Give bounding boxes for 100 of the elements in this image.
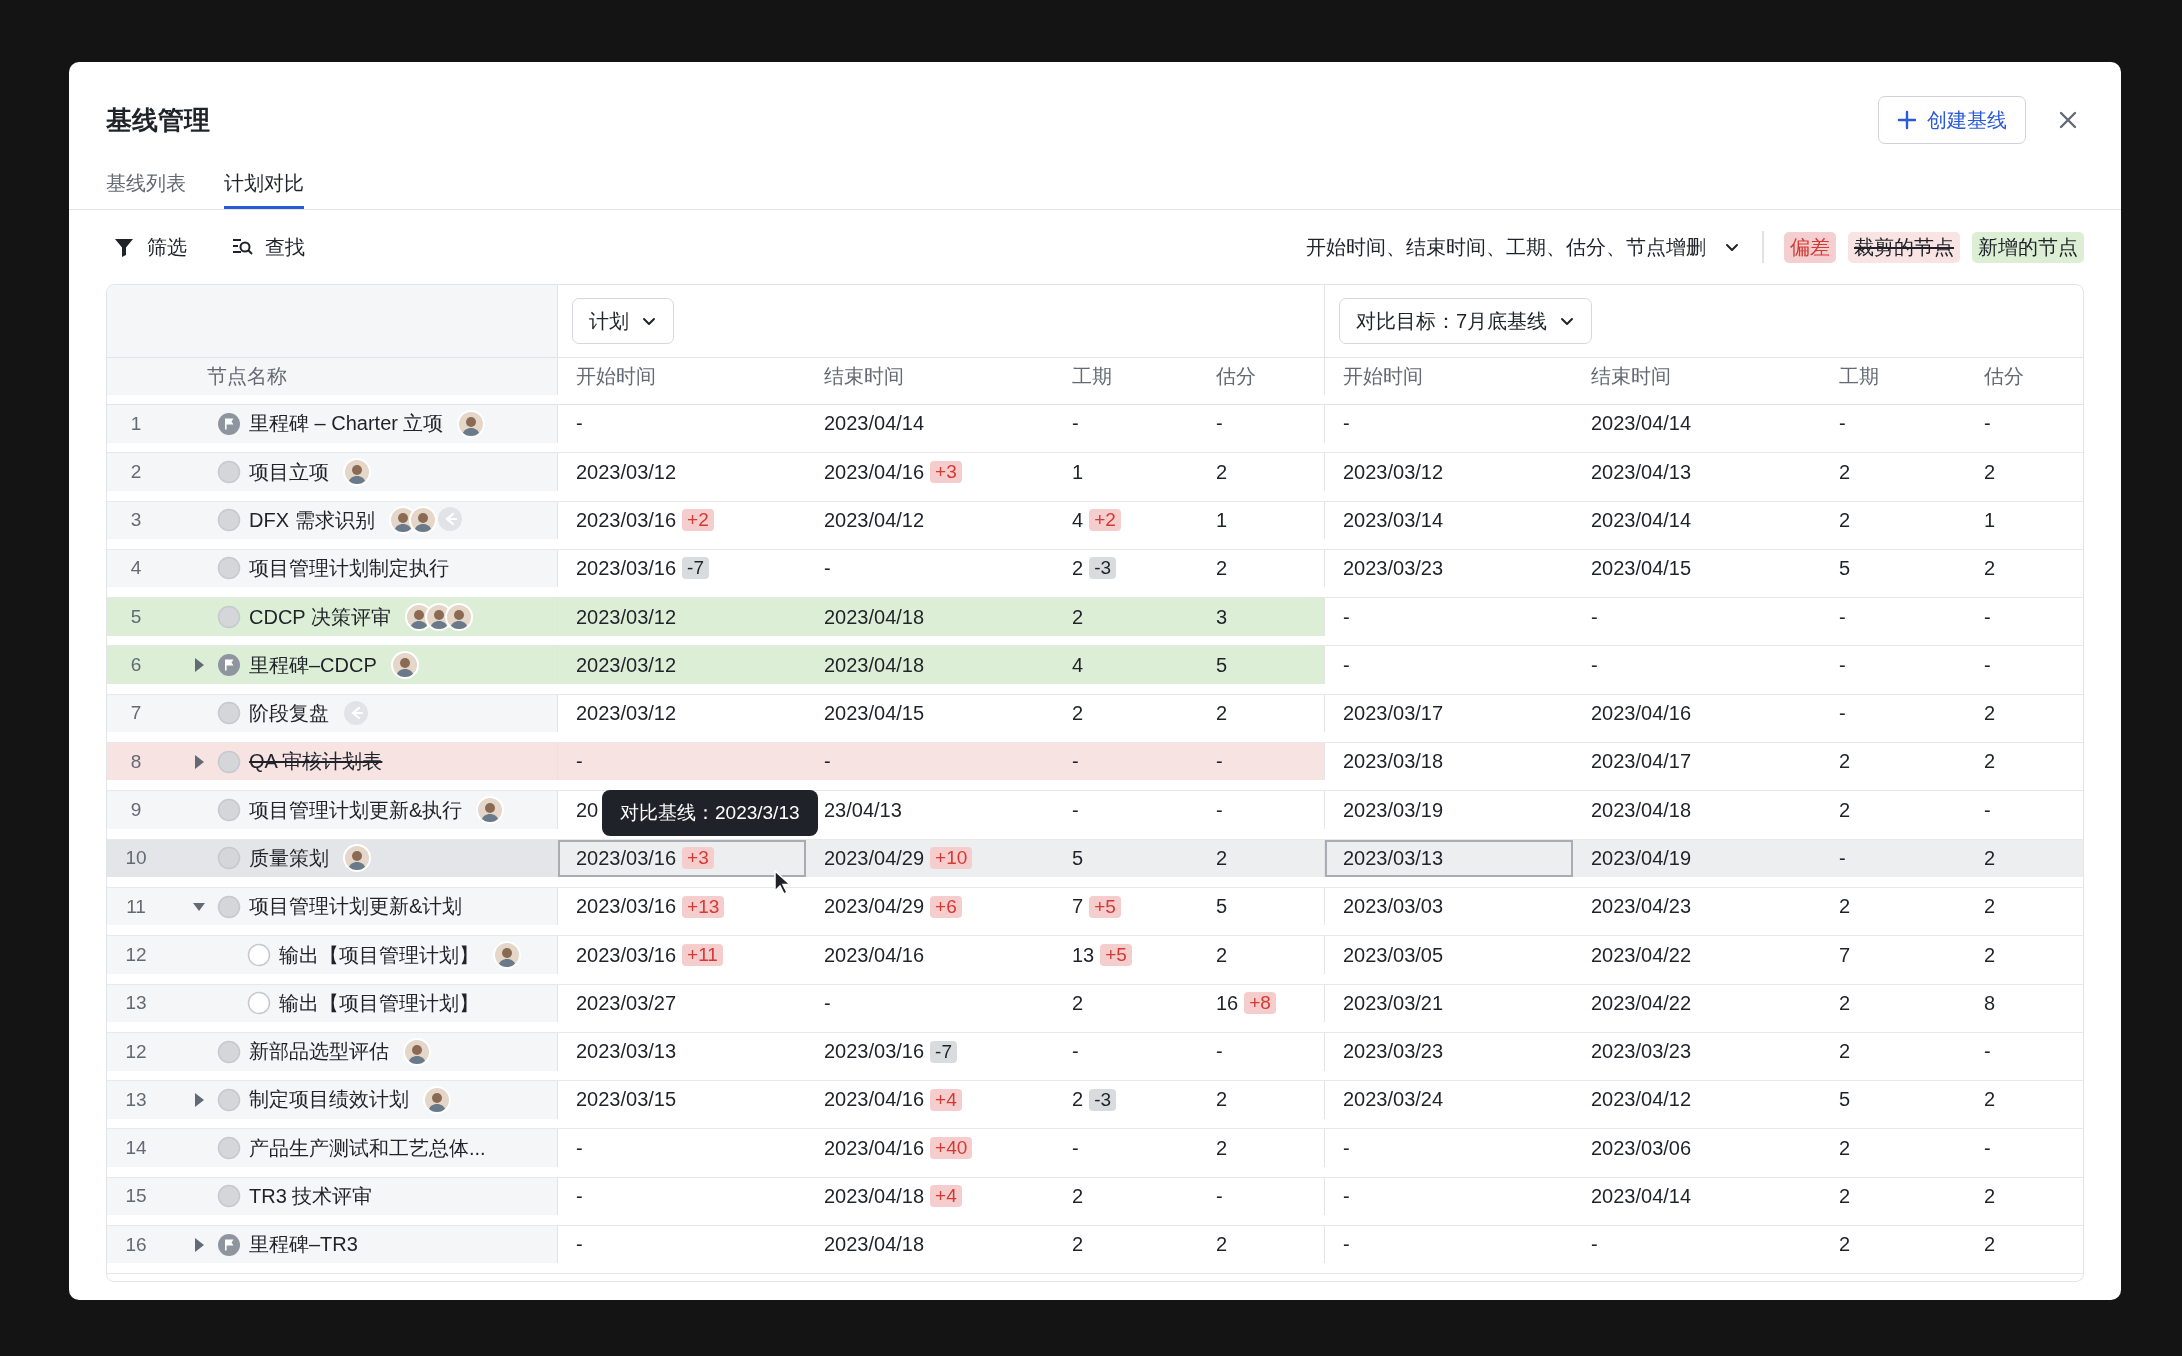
delta-badge: -7 bbox=[682, 557, 709, 580]
delta-badge: +5 bbox=[1100, 944, 1132, 967]
cell-text: 2 bbox=[1072, 556, 1084, 580]
create-baseline-button[interactable]: 创建基线 bbox=[1878, 96, 2026, 144]
cell-text: - bbox=[1984, 1136, 1991, 1160]
cell-text: 2 bbox=[1839, 460, 1851, 484]
row-number: 8 bbox=[129, 750, 143, 773]
cell-text: - bbox=[1072, 412, 1079, 436]
cell-text: - bbox=[1839, 847, 1846, 870]
node-name: 阶段复盘 bbox=[249, 700, 329, 726]
avatar bbox=[390, 651, 419, 680]
cell-text: 2 bbox=[1839, 798, 1851, 822]
node-name: 输出【项目管理计划】 bbox=[279, 942, 479, 968]
avatar bbox=[423, 1085, 451, 1114]
cell-text: 2023/03/12 bbox=[576, 605, 677, 629]
delta-badge: -3 bbox=[1089, 1088, 1117, 1111]
row-number: 3 bbox=[129, 509, 143, 532]
cell-text: 2 bbox=[1216, 556, 1228, 580]
cell-text: 2023/03/24 bbox=[1343, 1088, 1444, 1112]
cell-text: 2023/04/17 bbox=[1591, 750, 1692, 774]
cell-text: 2023/03/21 bbox=[1343, 991, 1444, 1015]
cell-text: 2023/04/22 bbox=[1591, 991, 1692, 1015]
cell-text: 2 bbox=[1072, 1088, 1084, 1112]
node-name: 质量策划 bbox=[249, 846, 329, 871]
cell-text: - bbox=[824, 991, 831, 1015]
cell-text: 2 bbox=[1984, 1184, 1996, 1208]
delta-badge: +10 bbox=[930, 847, 973, 870]
cell-text: 2023/03/05 bbox=[1343, 943, 1444, 967]
status-circle-icon bbox=[217, 605, 241, 629]
empty-circle-icon bbox=[247, 991, 271, 1016]
cell-text: 13 bbox=[1072, 943, 1095, 967]
status-circle-icon bbox=[217, 798, 241, 823]
delta-badge: +8 bbox=[1244, 992, 1276, 1015]
legend-tag: 裁剪的节点 bbox=[1848, 231, 1960, 263]
find-button[interactable]: 查找 bbox=[231, 229, 305, 265]
cell-text: 2023/04/18 bbox=[824, 1233, 925, 1257]
cell-text: - bbox=[1343, 1233, 1350, 1257]
cell-text: 2 bbox=[1839, 895, 1851, 919]
cell-text: 5 bbox=[1072, 847, 1084, 870]
cell-text: 2023/03/13 bbox=[1343, 847, 1444, 870]
tab[interactable]: 计划对比 bbox=[224, 160, 304, 209]
cell-text: 2 bbox=[1984, 750, 1996, 774]
cell-text: 2 bbox=[1984, 460, 1996, 484]
avatar bbox=[493, 941, 521, 970]
node-name: 里程碑 – Charter 立项 bbox=[249, 411, 444, 437]
filter-button[interactable]: 筛选 bbox=[113, 229, 187, 265]
cell-text: 2023/03/23 bbox=[1591, 1040, 1692, 1064]
delta-badge: +11 bbox=[682, 944, 723, 967]
delta-badge: -3 bbox=[1089, 557, 1117, 580]
caret-icon[interactable] bbox=[193, 1237, 205, 1252]
cell-text: 7 bbox=[1072, 895, 1084, 919]
plan-dropdown[interactable]: 计划 bbox=[572, 298, 674, 344]
row-number: 11 bbox=[125, 895, 147, 918]
caret-icon[interactable] bbox=[193, 658, 205, 673]
status-circle-icon bbox=[217, 894, 241, 919]
caret-icon[interactable] bbox=[193, 754, 205, 769]
cell-text: - bbox=[1343, 1136, 1350, 1160]
cell-text: - bbox=[1984, 412, 1991, 436]
cell-text: 2 bbox=[1839, 508, 1851, 532]
cell-text: 2 bbox=[1984, 701, 1996, 725]
filter-icon bbox=[113, 236, 135, 258]
cell-text: 2023/03/12 bbox=[576, 701, 677, 725]
cell-text: 2023/03/06 bbox=[1591, 1136, 1692, 1160]
legend-tag: 偏差 bbox=[1784, 231, 1836, 263]
compare-target-dropdown[interactable]: 对比目标：7月底基线 bbox=[1339, 298, 1593, 344]
cell-text: 2023/03/03 bbox=[1343, 895, 1444, 919]
cell-text: 2023/03/12 bbox=[576, 653, 677, 677]
avatar bbox=[476, 796, 505, 825]
cell-text: 2 bbox=[1984, 1233, 1996, 1257]
caret-icon[interactable] bbox=[193, 1092, 205, 1107]
cell-text: 2023/04/18 bbox=[1591, 798, 1692, 822]
status-circle-icon bbox=[217, 460, 241, 485]
cell-text: - bbox=[1072, 798, 1079, 822]
cell-text: 2023/03/19 bbox=[1343, 798, 1444, 822]
row-number: 12 bbox=[124, 944, 148, 967]
cell-text: - bbox=[1343, 1184, 1350, 1208]
status-circle-icon bbox=[217, 1184, 241, 1209]
cell-text: 2023/03/16 bbox=[576, 943, 677, 967]
cell-text: - bbox=[1984, 653, 1991, 677]
node-name: 项目管理计划更新&执行 bbox=[249, 797, 463, 823]
tab[interactable]: 基线列表 bbox=[106, 160, 186, 209]
cell-text: - bbox=[1591, 605, 1598, 629]
cell-text: 2023/04/29 bbox=[824, 895, 925, 919]
dialog-title: 基线管理 bbox=[106, 103, 210, 137]
row-number: 16 bbox=[124, 1233, 148, 1256]
delta-badge: +3 bbox=[682, 847, 714, 870]
node-name: DFX 需求识别 bbox=[249, 507, 375, 533]
cell-text: - bbox=[1984, 605, 1991, 629]
cell-text: 2023/04/18 bbox=[824, 605, 925, 629]
cell-text: 2023/04/16 bbox=[824, 943, 925, 967]
cell-text: 2023/04/12 bbox=[824, 508, 925, 532]
cell-text: 2023/03/16 bbox=[576, 847, 677, 870]
node-name: 项目管理计划更新&计划 bbox=[249, 894, 463, 920]
row-number: 10 bbox=[124, 847, 148, 870]
delta-badge: +40 bbox=[930, 1137, 973, 1159]
avatar bbox=[343, 458, 371, 487]
row-number: 2 bbox=[129, 461, 143, 484]
cell-text: - bbox=[1216, 412, 1223, 436]
cell-text: 2023/04/14 bbox=[1591, 412, 1692, 436]
fields-dropdown[interactable]: 开始时间、结束时间、工期、估分、节点增删 bbox=[1306, 229, 1740, 265]
